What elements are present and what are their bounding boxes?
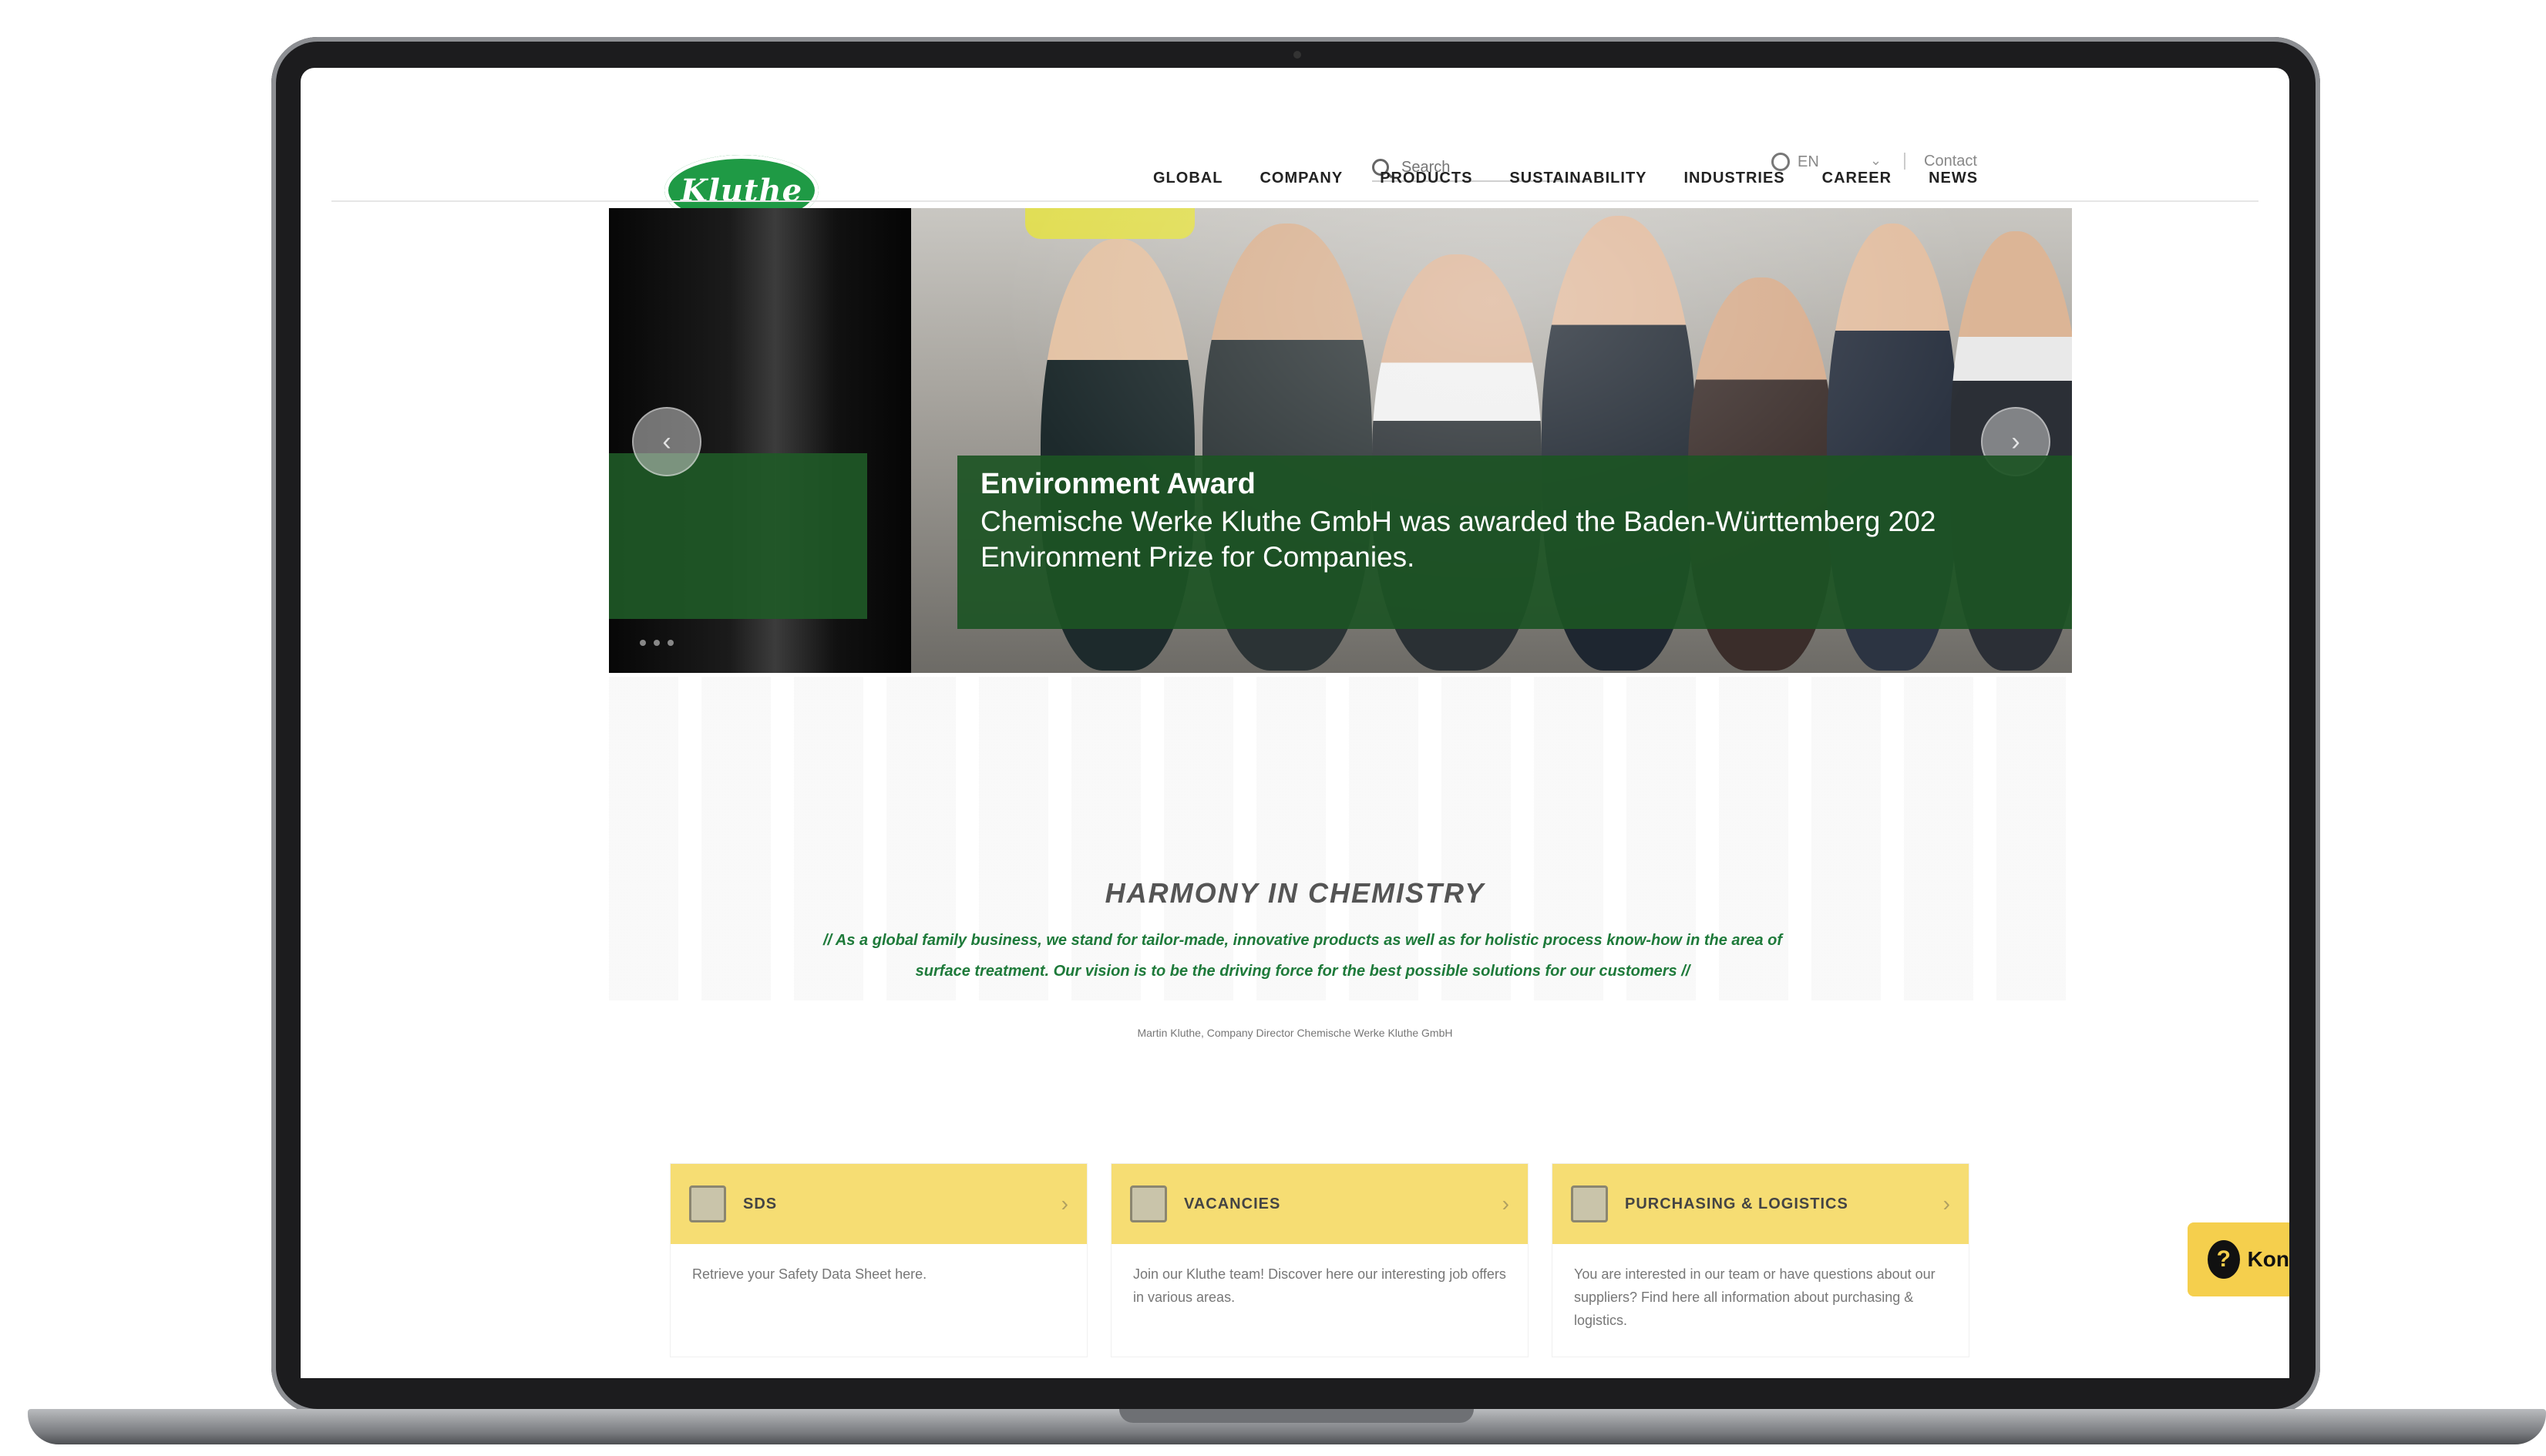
language-dropdown[interactable]: ⌄ xyxy=(1870,153,1882,169)
contact-link[interactable]: Contact xyxy=(1924,153,1977,170)
card-label: PURCHASING & LOGISTICS xyxy=(1625,1195,1848,1212)
chevron-down-icon: ⌄ xyxy=(1870,153,1882,168)
help-label: Kon xyxy=(2247,1247,2289,1271)
hero-previous-caption xyxy=(609,453,867,619)
card-description: Retrieve your Safety Data Sheet here. xyxy=(692,1266,927,1282)
nav-item-company[interactable]: COMPANY xyxy=(1260,170,1343,187)
vision-quote: // As a global family business, we stand… xyxy=(823,932,1782,980)
hero-text-line-1: Chemische Werke Kluthe GmbH was awarded … xyxy=(980,506,1936,537)
main-nav: GLOBAL COMPANY PRODUCTS SUSTAINABILITY I… xyxy=(1153,170,1978,187)
card-header: SDS › xyxy=(671,1164,1087,1244)
hero-title: Environment Award xyxy=(980,468,1256,500)
card-purchasing-logistics[interactable]: PURCHASING & LOGISTICS › You are interes… xyxy=(1552,1164,1969,1357)
arrow-right-icon: › xyxy=(1942,1192,1950,1216)
divider xyxy=(1904,153,1905,170)
hero-caption: Environment Award Chemische Werke Kluthe… xyxy=(957,456,2072,629)
laptop-hinge xyxy=(1119,1409,1474,1423)
nav-item-news[interactable]: NEWS xyxy=(1929,170,1978,187)
contact-help-button[interactable]: ? Kon xyxy=(2188,1222,2289,1296)
nav-item-industries[interactable]: INDUSTRIES xyxy=(1684,170,1785,187)
globe-icon xyxy=(1771,153,1790,171)
arrow-right-icon: › xyxy=(1502,1192,1509,1216)
card-label: VACANCIES xyxy=(1184,1195,1281,1212)
briefcase-icon xyxy=(1130,1185,1167,1222)
header-divider xyxy=(331,200,2258,202)
slider-prev-button[interactable]: ‹ xyxy=(632,407,701,476)
language-label: EN xyxy=(1798,153,1819,170)
arrow-right-icon: › xyxy=(1061,1192,1068,1216)
question-icon: ? xyxy=(2208,1240,2240,1279)
card-label: SDS xyxy=(743,1195,778,1212)
section-title: HARMONY IN CHEMISTRY xyxy=(1105,877,1485,909)
header-utility xyxy=(1904,153,1905,170)
card-vacancies[interactable]: VACANCIES › Join our Kluthe team! Discov… xyxy=(1112,1164,1528,1357)
language-selector[interactable]: EN xyxy=(1771,153,1819,171)
nav-item-global[interactable]: GLOBAL xyxy=(1153,170,1223,187)
logo-text: Kluthe xyxy=(680,172,803,209)
chevron-right-icon: › xyxy=(2011,426,2020,456)
card-header: VACANCIES › xyxy=(1112,1164,1528,1244)
nav-item-products[interactable]: PRODUCTS xyxy=(1380,170,1472,187)
hero-slider[interactable]: ‹ › Environment Award Chemische Werke Kl… xyxy=(609,208,2072,673)
card-header: PURCHASING & LOGISTICS › xyxy=(1552,1164,1969,1244)
truck-icon xyxy=(1571,1185,1608,1222)
contact-label: Contact xyxy=(1924,153,1977,170)
document-icon xyxy=(689,1185,726,1222)
nav-item-career[interactable]: CAREER xyxy=(1822,170,1892,187)
laptop-frame: Kluthe EN ⌄ Contact GLOBAL COMPANY PRODU… xyxy=(271,37,2320,1414)
camera-icon xyxy=(1293,51,1301,59)
website-screen: Kluthe EN ⌄ Contact GLOBAL COMPANY PRODU… xyxy=(301,68,2289,1378)
quote-author: Martin Kluthe, Company Director Chemisch… xyxy=(1137,1027,1453,1039)
nav-item-sustainability[interactable]: SUSTAINABILITY xyxy=(1509,170,1646,187)
chevron-left-icon: ‹ xyxy=(662,426,671,456)
hero-text-line-2: Environment Prize for Companies. xyxy=(980,541,1415,573)
slider-pagination[interactable] xyxy=(640,640,674,646)
card-description: You are interested in our team or have q… xyxy=(1574,1266,1936,1328)
card-sds[interactable]: SDS › Retrieve your Safety Data Sheet he… xyxy=(671,1164,1087,1357)
card-description: Join our Kluthe team! Discover here our … xyxy=(1133,1266,1506,1305)
